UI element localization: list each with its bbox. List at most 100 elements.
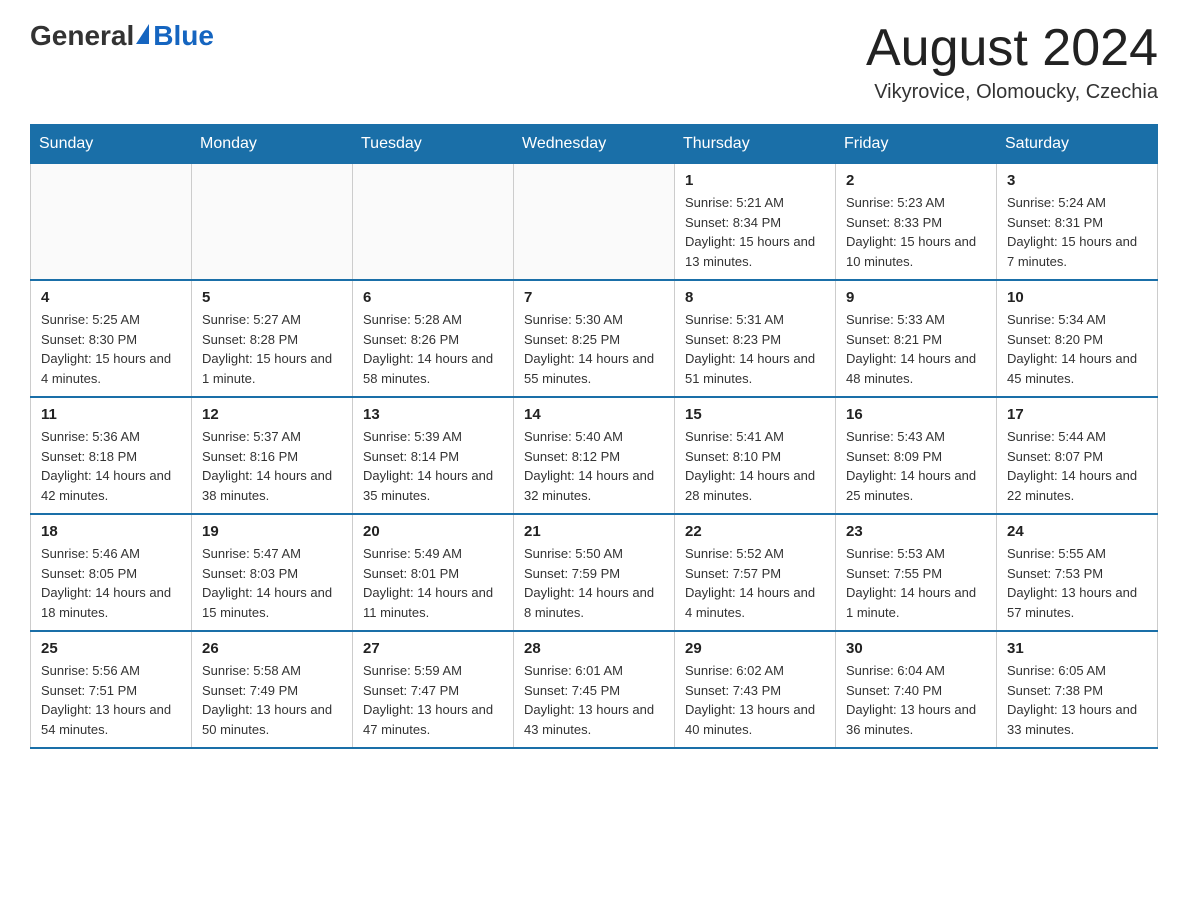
day-number: 19 (202, 523, 342, 540)
day-info: Sunrise: 5:58 AM Sunset: 7:49 PM Dayligh… (202, 661, 342, 739)
day-info: Sunrise: 5:44 AM Sunset: 8:07 PM Dayligh… (1007, 427, 1147, 505)
day-info: Sunrise: 5:53 AM Sunset: 7:55 PM Dayligh… (846, 544, 986, 622)
calendar-cell: 22 Sunrise: 5:52 AM Sunset: 7:57 PM Dayli… (675, 514, 836, 631)
calendar-cell: 26 Sunrise: 5:58 AM Sunset: 7:49 PM Dayli… (192, 631, 353, 748)
calendar-header-saturday: Saturday (997, 125, 1158, 164)
calendar-cell: 12 Sunrise: 5:37 AM Sunset: 8:16 PM Dayli… (192, 397, 353, 514)
calendar-cell (192, 164, 353, 281)
calendar-cell: 3 Sunrise: 5:24 AM Sunset: 8:31 PM Daylig… (997, 164, 1158, 281)
calendar-week-row: 18 Sunrise: 5:46 AM Sunset: 8:05 PM Dayli… (31, 514, 1158, 631)
calendar-cell: 2 Sunrise: 5:23 AM Sunset: 8:33 PM Daylig… (836, 164, 997, 281)
day-info: Sunrise: 5:34 AM Sunset: 8:20 PM Dayligh… (1007, 310, 1147, 388)
calendar-cell: 5 Sunrise: 5:27 AM Sunset: 8:28 PM Daylig… (192, 280, 353, 397)
calendar-week-row: 4 Sunrise: 5:25 AM Sunset: 8:30 PM Daylig… (31, 280, 1158, 397)
day-info: Sunrise: 5:37 AM Sunset: 8:16 PM Dayligh… (202, 427, 342, 505)
day-info: Sunrise: 5:39 AM Sunset: 8:14 PM Dayligh… (363, 427, 503, 505)
day-number: 16 (846, 406, 986, 423)
day-number: 30 (846, 640, 986, 657)
day-info: Sunrise: 5:47 AM Sunset: 8:03 PM Dayligh… (202, 544, 342, 622)
calendar-cell: 10 Sunrise: 5:34 AM Sunset: 8:20 PM Dayli… (997, 280, 1158, 397)
day-info: Sunrise: 5:21 AM Sunset: 8:34 PM Dayligh… (685, 193, 825, 271)
day-number: 17 (1007, 406, 1147, 423)
logo-triangle-icon (136, 24, 149, 44)
day-info: Sunrise: 5:25 AM Sunset: 8:30 PM Dayligh… (41, 310, 181, 388)
day-info: Sunrise: 5:28 AM Sunset: 8:26 PM Dayligh… (363, 310, 503, 388)
day-info: Sunrise: 5:31 AM Sunset: 8:23 PM Dayligh… (685, 310, 825, 388)
calendar-cell: 28Sunrise: 6:01 AM Sunset: 7:45 PM Dayli… (514, 631, 675, 748)
calendar-cell (353, 164, 514, 281)
day-info: Sunrise: 5:23 AM Sunset: 8:33 PM Dayligh… (846, 193, 986, 271)
day-number: 3 (1007, 172, 1147, 189)
day-info: Sunrise: 6:04 AM Sunset: 7:40 PM Dayligh… (846, 661, 986, 739)
day-number: 28 (524, 640, 664, 657)
day-number: 11 (41, 406, 181, 423)
logo-blue: Blue (153, 20, 214, 52)
day-info: Sunrise: 5:49 AM Sunset: 8:01 PM Dayligh… (363, 544, 503, 622)
day-number: 31 (1007, 640, 1147, 657)
day-number: 20 (363, 523, 503, 540)
calendar-header-friday: Friday (836, 125, 997, 164)
day-number: 4 (41, 289, 181, 306)
day-number: 10 (1007, 289, 1147, 306)
calendar-header-monday: Monday (192, 125, 353, 164)
day-info: Sunrise: 5:41 AM Sunset: 8:10 PM Dayligh… (685, 427, 825, 505)
calendar-cell: 13 Sunrise: 5:39 AM Sunset: 8:14 PM Dayli… (353, 397, 514, 514)
calendar-week-row: 1 Sunrise: 5:21 AM Sunset: 8:34 PM Daylig… (31, 164, 1158, 281)
day-number: 12 (202, 406, 342, 423)
calendar-cell: 19 Sunrise: 5:47 AM Sunset: 8:03 PM Dayli… (192, 514, 353, 631)
day-number: 18 (41, 523, 181, 540)
day-number: 2 (846, 172, 986, 189)
calendar-cell: 1 Sunrise: 5:21 AM Sunset: 8:34 PM Daylig… (675, 164, 836, 281)
day-number: 7 (524, 289, 664, 306)
calendar-cell: 31 Sunrise: 6:05 AM Sunset: 7:38 PM Dayli… (997, 631, 1158, 748)
day-number: 21 (524, 523, 664, 540)
calendar-cell: 8 Sunrise: 5:31 AM Sunset: 8:23 PM Daylig… (675, 280, 836, 397)
calendar-cell: 30 Sunrise: 6:04 AM Sunset: 7:40 PM Dayli… (836, 631, 997, 748)
day-number: 13 (363, 406, 503, 423)
calendar-table: SundayMondayTuesdayWednesdayThursdayFrid… (30, 124, 1158, 749)
calendar-cell (514, 164, 675, 281)
month-year-title: August 2024 (866, 20, 1158, 77)
day-number: 22 (685, 523, 825, 540)
day-number: 5 (202, 289, 342, 306)
calendar-cell: 27Sunrise: 5:59 AM Sunset: 7:47 PM Dayli… (353, 631, 514, 748)
calendar-cell: 17 Sunrise: 5:44 AM Sunset: 8:07 PM Dayli… (997, 397, 1158, 514)
day-number: 9 (846, 289, 986, 306)
calendar-cell: 24 Sunrise: 5:55 AM Sunset: 7:53 PM Dayli… (997, 514, 1158, 631)
day-info: Sunrise: 5:50 AM Sunset: 7:59 PM Dayligh… (524, 544, 664, 622)
day-number: 1 (685, 172, 825, 189)
day-number: 8 (685, 289, 825, 306)
calendar-cell: 18 Sunrise: 5:46 AM Sunset: 8:05 PM Dayli… (31, 514, 192, 631)
day-info: Sunrise: 5:40 AM Sunset: 8:12 PM Dayligh… (524, 427, 664, 505)
calendar-week-row: 11 Sunrise: 5:36 AM Sunset: 8:18 PM Dayli… (31, 397, 1158, 514)
calendar-cell: 21 Sunrise: 5:50 AM Sunset: 7:59 PM Dayli… (514, 514, 675, 631)
day-info: Sunrise: 5:27 AM Sunset: 8:28 PM Dayligh… (202, 310, 342, 388)
calendar-week-row: 25Sunrise: 5:56 AM Sunset: 7:51 PM Dayli… (31, 631, 1158, 748)
day-info: Sunrise: 5:46 AM Sunset: 8:05 PM Dayligh… (41, 544, 181, 622)
day-info: Sunrise: 6:02 AM Sunset: 7:43 PM Dayligh… (685, 661, 825, 739)
calendar-cell: 15 Sunrise: 5:41 AM Sunset: 8:10 PM Dayli… (675, 397, 836, 514)
location-subtitle: Vikyrovice, Olomoucky, Czechia (866, 81, 1158, 104)
calendar-cell (31, 164, 192, 281)
day-info: Sunrise: 6:05 AM Sunset: 7:38 PM Dayligh… (1007, 661, 1147, 739)
day-info: Sunrise: 5:43 AM Sunset: 8:09 PM Dayligh… (846, 427, 986, 505)
day-number: 15 (685, 406, 825, 423)
calendar-cell: 9Sunrise: 5:33 AM Sunset: 8:21 PM Daylig… (836, 280, 997, 397)
day-number: 26 (202, 640, 342, 657)
calendar-header-wednesday: Wednesday (514, 125, 675, 164)
day-info: Sunrise: 5:24 AM Sunset: 8:31 PM Dayligh… (1007, 193, 1147, 271)
calendar-cell: 23 Sunrise: 5:53 AM Sunset: 7:55 PM Dayli… (836, 514, 997, 631)
calendar-header-row: SundayMondayTuesdayWednesdayThursdayFrid… (31, 125, 1158, 164)
calendar-header-tuesday: Tuesday (353, 125, 514, 164)
day-info: Sunrise: 5:36 AM Sunset: 8:18 PM Dayligh… (41, 427, 181, 505)
day-info: Sunrise: 5:55 AM Sunset: 7:53 PM Dayligh… (1007, 544, 1147, 622)
calendar-cell: 7Sunrise: 5:30 AM Sunset: 8:25 PM Daylig… (514, 280, 675, 397)
day-number: 25 (41, 640, 181, 657)
day-number: 23 (846, 523, 986, 540)
page-header: General Blue August 2024 Vikyrovice, Olo… (30, 20, 1158, 104)
day-number: 24 (1007, 523, 1147, 540)
day-info: Sunrise: 5:52 AM Sunset: 7:57 PM Dayligh… (685, 544, 825, 622)
calendar-cell: 14Sunrise: 5:40 AM Sunset: 8:12 PM Dayli… (514, 397, 675, 514)
calendar-cell: 4 Sunrise: 5:25 AM Sunset: 8:30 PM Daylig… (31, 280, 192, 397)
calendar-cell: 6Sunrise: 5:28 AM Sunset: 8:26 PM Daylig… (353, 280, 514, 397)
